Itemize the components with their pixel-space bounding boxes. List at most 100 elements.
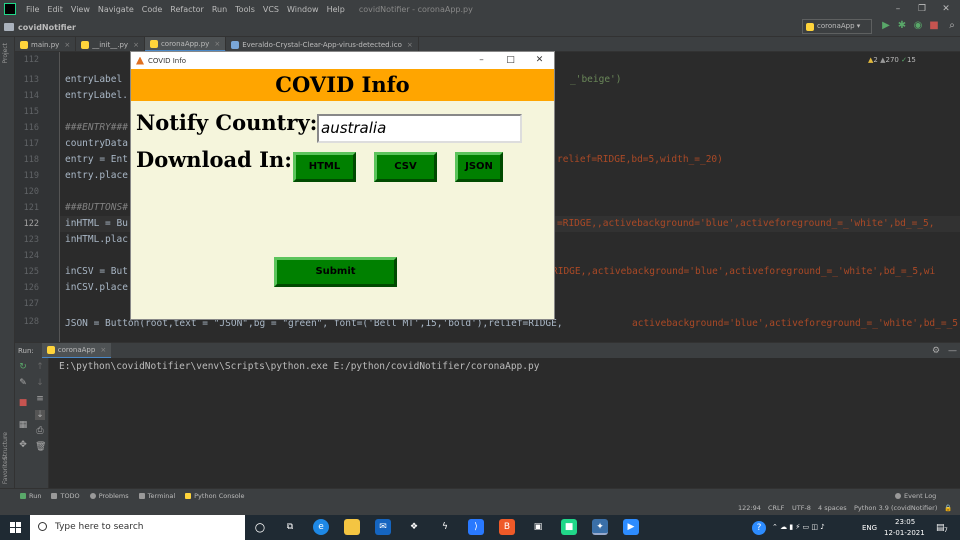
lock-icon[interactable]: 🔒 — [944, 504, 952, 512]
taskbar-search-box[interactable]: Type here to search — [30, 515, 245, 540]
clock-date[interactable]: 12-01-2021 — [884, 529, 925, 537]
code-line: entryLabel. — [65, 90, 128, 101]
settings-gear-icon[interactable]: ⚙ — [932, 346, 940, 356]
project-breadcrumb[interactable]: covidNotifier — [18, 23, 76, 32]
tool-problems[interactable]: Problems — [89, 492, 129, 500]
tool-label: Run — [29, 492, 42, 500]
menu-refactor[interactable]: Refactor — [166, 5, 208, 14]
menu-edit[interactable]: Edit — [43, 5, 67, 14]
store-icon[interactable]: ▣ — [530, 519, 546, 535]
hide-panel-icon[interactable]: — — [948, 346, 957, 356]
structure-tool-label[interactable]: Structure — [2, 432, 9, 460]
stop-icon[interactable]: ■ — [928, 20, 940, 32]
tab-ico-file[interactable]: Everaldo-Crystal-Clear-App-virus-detecte… — [226, 37, 419, 52]
menu-code[interactable]: Code — [138, 5, 166, 14]
menu-file[interactable]: File — [22, 5, 43, 14]
json-button[interactable]: JSON — [455, 152, 503, 182]
rerun-icon[interactable]: ↻ — [18, 362, 28, 372]
tool-todo[interactable]: TODO — [51, 492, 80, 500]
menu-run[interactable]: Run — [208, 5, 231, 14]
tab-main-py[interactable]: main.py × — [15, 37, 77, 52]
close-icon[interactable]: ✕ — [525, 52, 554, 69]
tab-coronaapp-py[interactable]: coronaApp.py × — [144, 37, 227, 52]
input-language[interactable]: ENG — [862, 524, 877, 532]
menu-view[interactable]: View — [67, 5, 94, 14]
close-tab-icon[interactable]: × — [133, 41, 139, 49]
windows-taskbar: Type here to search ○ ⧉ e ✉ ❖ ϟ ⟩ B ▣ ■ … — [0, 515, 960, 540]
menu-navigate[interactable]: Navigate — [94, 5, 138, 14]
country-input[interactable]: australia — [317, 114, 522, 143]
line-number: 122 — [23, 219, 39, 229]
restore-icon[interactable]: ❐ — [910, 0, 934, 18]
pycharm-taskbar-icon[interactable]: ■ — [561, 519, 577, 535]
task-view-icon[interactable]: ⧉ — [282, 519, 298, 535]
minimize-icon[interactable]: – — [467, 52, 496, 69]
run-config-select[interactable]: coronaApp ▾ — [802, 19, 872, 34]
pin-icon[interactable]: ✥ — [18, 440, 28, 450]
interpreter-status[interactable]: Python 3.9 (covidNotifier) — [854, 504, 937, 512]
submit-button[interactable]: Submit — [274, 257, 397, 287]
print-icon[interactable]: ⎙ — [35, 426, 45, 436]
clock-time[interactable]: 23:05 — [895, 518, 915, 526]
tool-label: Event Log — [904, 492, 937, 500]
edge-icon[interactable]: e — [313, 519, 329, 535]
lightning-app-icon[interactable]: ϟ — [437, 519, 453, 535]
tool-python-console[interactable]: Python Console — [185, 492, 245, 500]
close-icon[interactable]: ✕ — [934, 0, 958, 18]
help-icon[interactable]: ? — [752, 521, 766, 535]
menu-vcs[interactable]: VCS — [259, 5, 283, 14]
close-tab-icon[interactable]: × — [100, 346, 106, 354]
tab-init-py[interactable]: __init__.py × — [76, 37, 145, 52]
tk-titlebar[interactable]: COVID Info – □ ✕ — [131, 52, 554, 69]
line-number: 118 — [23, 155, 39, 165]
python-tk-taskbar-icon[interactable]: ✦ — [592, 519, 608, 535]
csv-button[interactable]: CSV — [374, 152, 437, 182]
file-encoding[interactable]: UTF-8 — [792, 504, 811, 512]
tool-terminal[interactable]: Terminal — [138, 492, 175, 500]
run-tab-coronaapp[interactable]: coronaApp × — [41, 342, 112, 359]
line-separator[interactable]: CRLF — [768, 504, 784, 512]
vscode-icon[interactable]: ⟩ — [468, 519, 484, 535]
code-line: entryLabel — [65, 74, 123, 85]
soft-wrap-icon[interactable]: ≡ — [35, 394, 45, 404]
brave-icon[interactable]: B — [499, 519, 515, 535]
code-line: inHTML = Bu — [65, 218, 128, 229]
minimize-icon[interactable]: – — [886, 0, 910, 18]
run-icon[interactable]: ▶ — [880, 20, 892, 32]
zoom-icon[interactable]: ▶ — [623, 519, 639, 535]
html-button[interactable]: HTML — [293, 152, 356, 182]
up-icon[interactable]: ↑ — [35, 362, 45, 372]
windows-start-icon[interactable] — [10, 522, 21, 533]
maximize-icon[interactable]: □ — [496, 52, 525, 69]
inspection-widget[interactable]: ▲2 ▲270 ✓15 — [868, 56, 916, 64]
menu-help[interactable]: Help — [323, 5, 349, 14]
menu-tools[interactable]: Tools — [231, 5, 259, 14]
event-log[interactable]: Event Log — [895, 492, 936, 500]
scroll-to-end-icon[interactable]: ⇣ — [35, 410, 45, 420]
close-tab-icon[interactable]: × — [64, 41, 70, 49]
mail-icon[interactable]: ✉ — [375, 519, 391, 535]
notification-count: 7 — [944, 527, 948, 534]
close-tab-icon[interactable]: × — [214, 40, 220, 48]
run-console[interactable]: E:\python\covidNotifier\venv\Scripts\pyt… — [49, 358, 960, 488]
favorites-tool-label[interactable]: Favorites — [2, 457, 9, 484]
down-icon[interactable]: ↓ — [35, 378, 45, 388]
search-icon[interactable]: ⌕ — [946, 20, 958, 32]
dropbox-icon[interactable]: ❖ — [406, 519, 422, 535]
wrench-icon[interactable]: ✎ — [18, 378, 28, 388]
tool-label: TODO — [60, 492, 80, 500]
menu-window[interactable]: Window — [283, 5, 323, 14]
tray-icons[interactable]: ⌃ ☁ ▮ ⚡ ▭ ◫ ♪ — [772, 523, 825, 531]
stop-icon[interactable]: ■ — [18, 398, 28, 408]
indent-setting[interactable]: 4 spaces — [818, 504, 847, 512]
coverage-icon[interactable]: ◉ — [912, 20, 924, 32]
debug-icon[interactable]: ✱ — [896, 20, 908, 32]
tool-run[interactable]: Run — [20, 492, 41, 500]
caret-position[interactable]: 122:94 — [738, 504, 761, 512]
project-tool-label[interactable]: Project — [2, 43, 9, 64]
layout-icon[interactable]: ▦ — [18, 420, 28, 430]
close-tab-icon[interactable]: × — [407, 41, 413, 49]
file-explorer-icon[interactable] — [344, 519, 360, 535]
trash-icon[interactable]: 🗑 — [35, 442, 46, 452]
cortana-icon[interactable]: ○ — [252, 519, 268, 535]
